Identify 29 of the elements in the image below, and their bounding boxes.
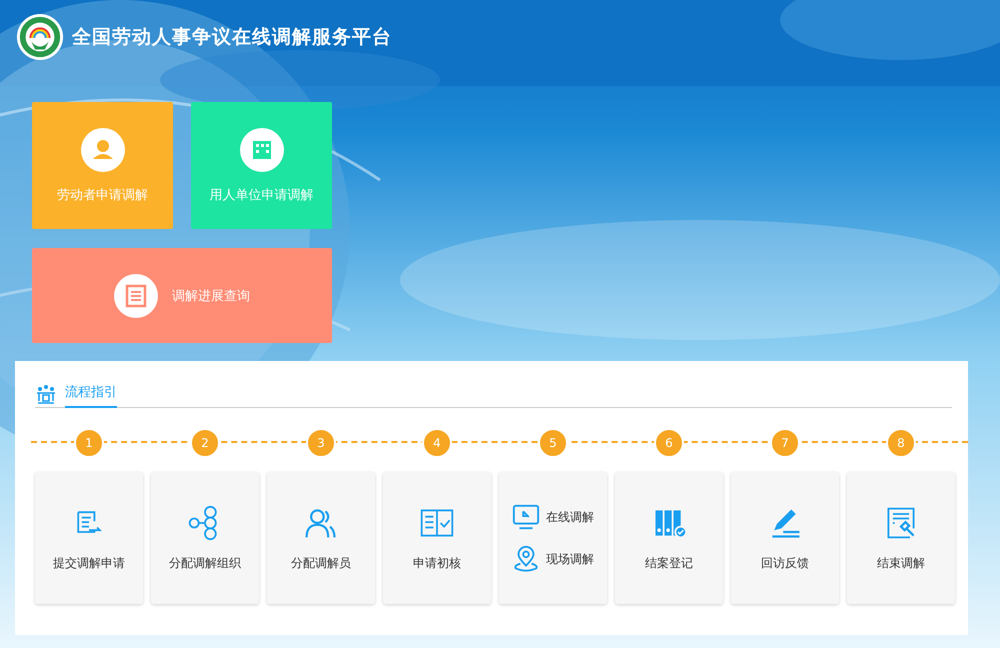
step-label: 申请初核 [413,554,461,572]
monitor-icon [512,503,540,531]
step-label: 提交调解申请 [53,554,125,572]
location-pin-icon [512,545,540,573]
step-number: 8 [886,428,916,458]
tile-button[interactable]: 用人单位申请调解 [191,102,332,229]
step-number: 7 [770,428,800,458]
step-number: 3 [306,428,336,458]
person-icon [80,128,124,172]
step-number: 6 [654,428,684,458]
step-number: 1 [74,428,104,458]
step-number: 2 [190,428,220,458]
step-label: 分配调解组织 [169,554,241,572]
tile-button[interactable]: 调解进展查询 [32,248,332,343]
step-label: 现场调解 [546,550,594,568]
step-label: 在线调解 [546,508,594,526]
guide-tab[interactable]: 流程指引 [65,383,117,408]
document-icon [114,274,158,318]
step-label: 回访反馈 [761,554,809,572]
people-icon [35,383,57,405]
logo-icon [16,13,64,61]
step-number: 5 [538,428,568,458]
step-label: 结案登记 [645,554,693,572]
tile-button[interactable]: 劳动者申请调解 [32,102,173,229]
site-title: 全国劳动人事争议在线调解服务平台 [72,25,392,50]
step-number: 4 [422,428,452,458]
building-icon [240,128,284,172]
step-label: 结束调解 [877,554,925,572]
step-label: 分配调解员 [291,554,351,572]
